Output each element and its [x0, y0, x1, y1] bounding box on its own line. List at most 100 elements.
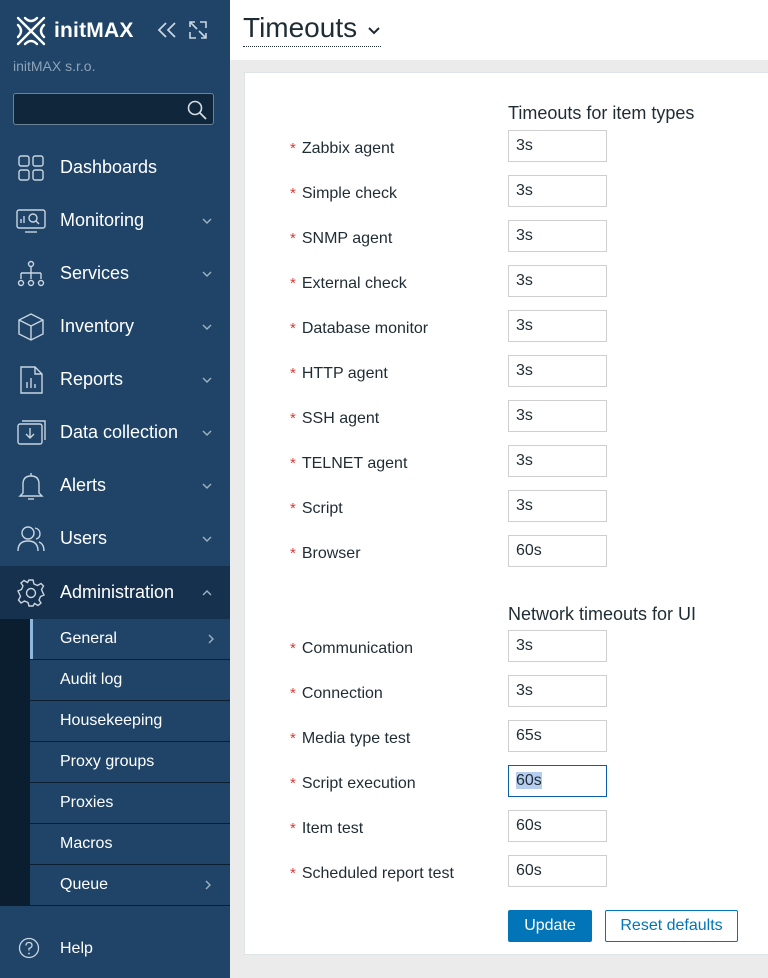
- update-button[interactable]: Update: [508, 910, 592, 942]
- form-row: SSH agent: [245, 400, 765, 442]
- field-label: SNMP agent: [290, 230, 392, 248]
- nav-administration[interactable]: Administration: [0, 566, 230, 619]
- form-row: Script execution 60s: [245, 765, 765, 807]
- simple-check-timeout-input[interactable]: [508, 175, 607, 207]
- nav-help[interactable]: Help: [0, 926, 230, 971]
- page-header: Timeouts: [230, 0, 768, 60]
- field-label: Simple check: [290, 185, 397, 203]
- field-label: External check: [290, 275, 407, 293]
- submenu-housekeeping[interactable]: Housekeeping: [30, 701, 230, 741]
- services-icon: [17, 260, 45, 287]
- script-timeout-input[interactable]: [508, 490, 607, 522]
- selected-text: 60s: [516, 772, 542, 789]
- page-title-text: Timeouts: [243, 12, 358, 43]
- connection-timeout-input[interactable]: [508, 675, 607, 707]
- submenu-proxies[interactable]: Proxies: [30, 783, 230, 823]
- submenu-label: Proxies: [60, 794, 114, 811]
- submenu-general[interactable]: General: [30, 619, 230, 659]
- submenu-label: General: [60, 630, 117, 647]
- scheduled-report-test-timeout-input[interactable]: [508, 855, 607, 887]
- submenu-queue[interactable]: Queue: [30, 865, 230, 905]
- snmp-agent-timeout-input[interactable]: [508, 220, 607, 252]
- field-label: Item test: [290, 820, 363, 838]
- nav-data-collection[interactable]: Data collection: [0, 406, 230, 459]
- field-label: Communication: [290, 640, 413, 658]
- kiosk-mode-icon[interactable]: [188, 20, 208, 40]
- help-label: Help: [60, 939, 93, 957]
- data-collection-icon: [17, 420, 46, 445]
- company-name: initMAX s.r.o.: [13, 58, 96, 74]
- item-test-timeout-input[interactable]: [508, 810, 607, 842]
- monitoring-icon: [16, 209, 46, 233]
- submenu-label: Proxy groups: [60, 753, 155, 770]
- submenu-label: Queue: [60, 876, 109, 893]
- dashboards-icon: [18, 155, 44, 181]
- reports-icon: [20, 366, 43, 394]
- ssh-agent-timeout-input[interactable]: [508, 400, 607, 432]
- form-row: Database monitor: [245, 310, 765, 352]
- search-icon[interactable]: [187, 100, 207, 120]
- media-type-test-timeout-input[interactable]: [508, 720, 607, 752]
- form-row: Connection: [245, 675, 765, 717]
- reset-defaults-button[interactable]: Reset defaults: [605, 910, 738, 942]
- gear-icon: [17, 579, 45, 607]
- nav-label: Data collection: [60, 422, 179, 442]
- administration-submenu: General Audit log Housekeeping Proxy gro…: [0, 619, 230, 906]
- submenu-macros[interactable]: Macros: [30, 824, 230, 864]
- chevron-down-icon: [202, 483, 212, 489]
- chevron-down-icon: [202, 324, 212, 330]
- section-title-network: Network timeouts for UI: [508, 604, 697, 624]
- field-label: Database monitor: [290, 320, 428, 338]
- brand-name: initMAX: [54, 19, 134, 42]
- nav-alerts[interactable]: Alerts: [0, 459, 230, 512]
- field-label: Script execution: [290, 775, 416, 793]
- chevron-down-icon: [368, 27, 380, 35]
- brand[interactable]: initMAX: [14, 14, 134, 48]
- chevron-down-icon: [202, 536, 212, 542]
- field-label: Scheduled report test: [290, 865, 454, 883]
- nav-users[interactable]: Users: [0, 512, 230, 565]
- nav-label: Reports: [60, 369, 124, 389]
- submenu-proxy-groups[interactable]: Proxy groups: [30, 742, 230, 782]
- inventory-icon: [18, 313, 44, 341]
- form-row: Communication: [245, 630, 765, 672]
- script-execution-timeout-input[interactable]: 60s: [508, 765, 607, 797]
- nav-inventory[interactable]: Inventory: [0, 300, 230, 353]
- field-label: Zabbix agent: [290, 140, 395, 158]
- submenu-label: Macros: [60, 835, 113, 852]
- zabbix-agent-timeout-input[interactable]: [508, 130, 607, 162]
- help-icon: [18, 937, 40, 959]
- form-row: Browser: [245, 535, 765, 577]
- field-label: Media type test: [290, 730, 411, 748]
- nav-dashboards[interactable]: Dashboards: [0, 141, 230, 194]
- bell-icon: [18, 473, 44, 500]
- external-check-timeout-input[interactable]: [508, 265, 607, 297]
- field-label: SSH agent: [290, 410, 379, 428]
- nav-label: Services: [60, 263, 130, 283]
- nav-label: Alerts: [60, 475, 107, 495]
- nav-services[interactable]: Services: [0, 247, 230, 300]
- submenu-audit-log[interactable]: Audit log: [30, 660, 230, 700]
- communication-timeout-input[interactable]: [508, 630, 607, 662]
- form-row: Script: [245, 490, 765, 532]
- http-agent-timeout-input[interactable]: [508, 355, 607, 387]
- chevron-right-icon: [208, 634, 214, 644]
- nav-label: Inventory: [60, 316, 135, 336]
- field-label: Script: [290, 500, 343, 518]
- form-row: TELNET agent: [245, 445, 765, 487]
- form-row: HTTP agent: [245, 355, 765, 397]
- form-row: Scheduled report test: [245, 855, 765, 897]
- browser-timeout-input[interactable]: [508, 535, 607, 567]
- chevron-down-icon: [202, 430, 212, 436]
- collapse-sidebar-icon[interactable]: [156, 20, 178, 40]
- page-title[interactable]: Timeouts: [243, 12, 382, 47]
- telnet-agent-timeout-input[interactable]: [508, 445, 607, 477]
- chevron-down-icon: [202, 377, 212, 383]
- sidebar-search-input[interactable]: [13, 93, 214, 125]
- nav-monitoring[interactable]: Monitoring: [0, 194, 230, 247]
- chevron-down-icon: [202, 271, 212, 277]
- database-monitor-timeout-input[interactable]: [508, 310, 607, 342]
- nav-reports[interactable]: Reports: [0, 353, 230, 406]
- form-row: External check: [245, 265, 765, 307]
- form-row: Zabbix agent: [245, 130, 765, 172]
